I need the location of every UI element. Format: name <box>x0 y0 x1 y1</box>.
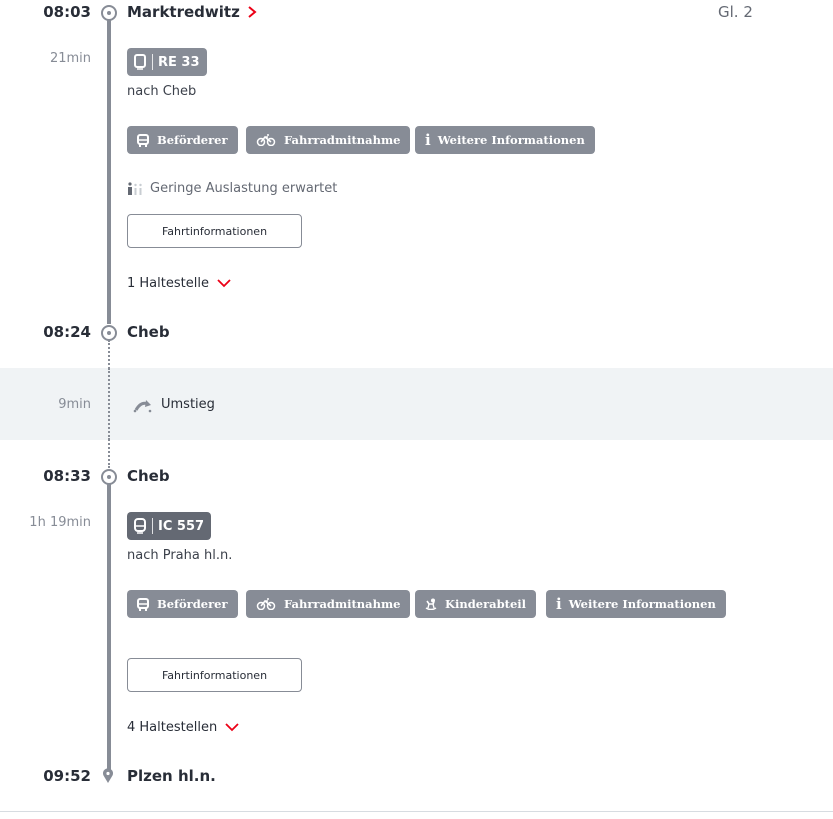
badge-separator <box>152 518 153 534</box>
route-line-leg-2 <box>107 484 111 770</box>
info-icon: i <box>556 595 562 613</box>
train-number: RE 33 <box>158 54 200 70</box>
chevron-down-icon <box>217 279 231 288</box>
more-info-chip[interactable]: i Weitere Informationen <box>415 126 595 154</box>
destination: nach Cheb <box>127 84 197 99</box>
chip-label: Fahrradmitnahme <box>284 133 401 147</box>
station-link[interactable]: Marktredwitz <box>127 3 258 21</box>
destination: nach Praha hl.n. <box>127 548 233 563</box>
route-line-leg-1 <box>107 20 111 324</box>
intermediate-stops-toggle[interactable]: 1 Haltestelle <box>127 276 231 291</box>
divider <box>0 811 833 812</box>
occupancy-icon <box>128 182 142 195</box>
transfer-walk-line-overlay <box>108 368 110 440</box>
occupancy-text: Geringe Auslastung erwartet <box>150 181 338 196</box>
chevron-right-icon <box>248 6 257 18</box>
ic-train-icon <box>134 518 146 534</box>
bicycle-chip[interactable]: Fahrradmitnahme <box>246 126 411 154</box>
station-name: Plzen hl.n. <box>127 767 216 785</box>
rocking-horse-icon <box>425 598 437 610</box>
bicycle-chip[interactable]: Fahrradmitnahme <box>246 590 411 618</box>
transfer-icon <box>133 398 153 418</box>
stop-node-icon <box>101 325 117 341</box>
bicycle-icon <box>256 134 276 146</box>
chip-label: Beförderer <box>157 133 228 147</box>
chip-label: Beförderer <box>157 597 228 611</box>
chip-label: Weitere Informationen <box>437 133 585 147</box>
chevron-down-icon <box>225 723 239 732</box>
intermediate-stops-toggle[interactable]: 4 Haltestellen <box>127 720 239 735</box>
family-compartment-chip[interactable]: Kinderabteil <box>415 590 536 618</box>
info-icon: i <box>425 131 431 149</box>
leg-duration: 21min <box>49 51 91 66</box>
more-info-chip[interactable]: i Weitere Informationen <box>546 590 726 618</box>
operator-chip[interactable]: Beförderer <box>127 590 238 618</box>
operator-chip[interactable]: Beförderer <box>127 126 238 154</box>
train-icon <box>134 54 146 70</box>
stops-toggle-label: 4 Haltestellen <box>127 720 218 735</box>
departure-time: 08:33 <box>43 467 91 485</box>
stop-node-icon <box>101 469 117 485</box>
badge-separator <box>152 54 153 70</box>
transfer-section <box>0 368 833 440</box>
transfer-duration: 9min <box>58 397 91 412</box>
chip-label: Fahrradmitnahme <box>284 597 401 611</box>
train-number: IC 557 <box>158 518 205 534</box>
arrival-time: 08:24 <box>43 323 91 341</box>
train-badge[interactable]: RE 33 <box>127 48 207 76</box>
chip-label: Weitere Informationen <box>568 597 716 611</box>
arrival-time: 09:52 <box>43 767 91 785</box>
station-name: Cheb <box>127 323 170 341</box>
chip-label: Kinderabteil <box>445 597 526 611</box>
bus-icon <box>137 133 149 147</box>
train-badge[interactable]: IC 557 <box>127 512 212 540</box>
stops-toggle-label: 1 Haltestelle <box>127 276 209 291</box>
trip-info-button[interactable]: Fahrtinformationen <box>127 214 302 248</box>
bus-icon <box>137 597 149 611</box>
destination-pin-icon <box>103 768 113 783</box>
station-name: Marktredwitz <box>127 3 240 21</box>
occupancy: Geringe Auslastung erwartet <box>127 181 337 196</box>
station-name: Cheb <box>127 467 170 485</box>
platform-label: Gl. 2 <box>718 3 753 21</box>
bicycle-icon <box>256 598 276 610</box>
leg-duration: 1h 19min <box>29 515 91 530</box>
departure-time: 08:03 <box>43 3 91 21</box>
stop-node-icon <box>101 5 117 21</box>
transfer-label: Umstieg <box>161 397 215 412</box>
trip-info-button[interactable]: Fahrtinformationen <box>127 658 302 692</box>
